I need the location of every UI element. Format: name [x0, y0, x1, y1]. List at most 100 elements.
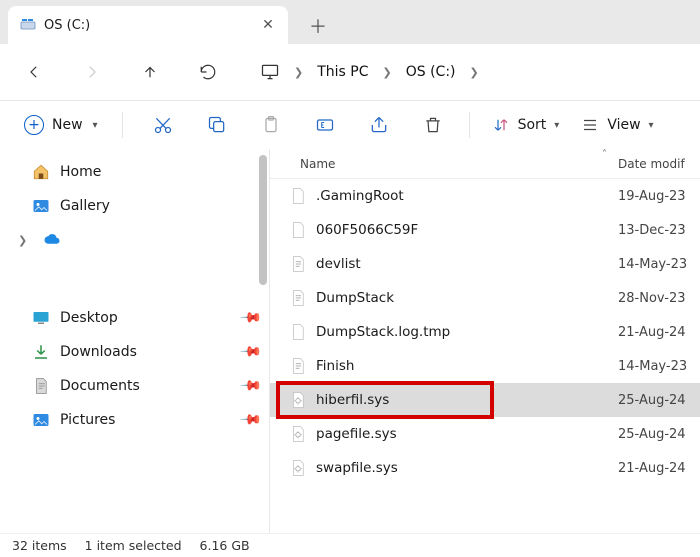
- main-area: Home Gallery ❯ Desktop 📌 Downloa: [0, 149, 700, 533]
- chevron-down-icon: ▾: [554, 120, 559, 131]
- file-area: Name ˄ Date modif .GamingRoot19-Aug-2306…: [270, 149, 700, 533]
- chevron-right-icon[interactable]: ❯: [470, 66, 479, 79]
- file-date: 14-May-23: [618, 359, 700, 374]
- share-button[interactable]: [359, 105, 399, 145]
- download-icon: [32, 343, 50, 361]
- chevron-right-icon[interactable]: ❯: [383, 66, 392, 79]
- file-row[interactable]: hiberfil.sys25-Aug-24: [270, 383, 700, 417]
- sidebar-item-onedrive[interactable]: ❯: [16, 223, 259, 257]
- file-icon: [288, 459, 308, 477]
- file-icon: [288, 323, 308, 341]
- sort-button[interactable]: Sort ▾: [486, 112, 566, 138]
- delete-button[interactable]: [413, 105, 453, 145]
- paste-button[interactable]: [251, 105, 291, 145]
- column-name[interactable]: Name: [300, 157, 335, 171]
- column-header: Name ˄ Date modif: [270, 149, 700, 179]
- file-icon: [288, 289, 308, 307]
- sidebar-label-gallery: Gallery: [60, 198, 110, 214]
- file-name: Finish: [316, 358, 618, 374]
- close-icon[interactable]: ✕: [260, 17, 276, 33]
- tab-active[interactable]: OS (C:) ✕: [8, 6, 288, 44]
- sidebar-item-gallery[interactable]: Gallery: [16, 189, 259, 223]
- file-name: devlist: [316, 256, 618, 272]
- file-name: swapfile.sys: [316, 460, 618, 476]
- sidebar-scrollbar[interactable]: [259, 155, 267, 285]
- chevron-right-icon[interactable]: ❯: [294, 66, 303, 79]
- forward-button[interactable]: [78, 58, 106, 86]
- documents-icon: [32, 377, 50, 395]
- cloud-icon: [43, 231, 61, 249]
- file-date: 25-Aug-24: [618, 393, 700, 408]
- monitor-icon[interactable]: [260, 62, 280, 82]
- sidebar-item-desktop[interactable]: Desktop 📌: [16, 301, 259, 335]
- tab-title: OS (C:): [44, 18, 252, 33]
- back-button[interactable]: [20, 58, 48, 86]
- breadcrumb-thispc[interactable]: This PC: [317, 64, 368, 80]
- rename-button[interactable]: [305, 105, 345, 145]
- sidebar-item-pictures[interactable]: Pictures 📌: [16, 403, 259, 437]
- file-name: DumpStack: [316, 290, 618, 306]
- status-selection: 1 item selected: [85, 538, 182, 553]
- file-name: DumpStack.log.tmp: [316, 324, 618, 340]
- file-date: 21-Aug-24: [618, 461, 700, 476]
- sidebar-label-documents: Documents: [60, 378, 140, 394]
- sidebar: Home Gallery ❯ Desktop 📌 Downloa: [0, 149, 270, 533]
- copy-button[interactable]: [197, 105, 237, 145]
- refresh-button[interactable]: [194, 58, 222, 86]
- pictures-icon: [32, 411, 50, 429]
- file-name: hiberfil.sys: [316, 392, 618, 408]
- chevron-down-icon: ▾: [93, 120, 98, 131]
- desktop-icon: [32, 309, 50, 327]
- chevron-down-icon: ▾: [649, 120, 654, 131]
- file-row[interactable]: .GamingRoot19-Aug-23: [270, 179, 700, 213]
- file-date: 28-Nov-23: [618, 291, 700, 306]
- sidebar-label-home: Home: [60, 164, 101, 180]
- breadcrumb-drive[interactable]: OS (C:): [406, 64, 456, 80]
- breadcrumb: ❯ This PC ❯ OS (C:) ❯: [260, 62, 479, 82]
- new-tab-button[interactable]: ＋: [300, 8, 336, 44]
- file-row[interactable]: DumpStack28-Nov-23: [270, 281, 700, 315]
- file-name: .GamingRoot: [316, 188, 618, 204]
- column-date[interactable]: Date modif: [618, 157, 700, 171]
- pin-icon[interactable]: 📌: [238, 306, 262, 330]
- pin-icon[interactable]: 📌: [238, 408, 262, 432]
- chevron-right-icon[interactable]: ❯: [18, 234, 27, 247]
- file-icon: [288, 357, 308, 375]
- toolbar: + New ▾ Sort ▾ View ▾: [0, 101, 700, 149]
- sidebar-label-downloads: Downloads: [60, 344, 137, 360]
- sidebar-item-documents[interactable]: Documents 📌: [16, 369, 259, 403]
- file-icon: [288, 221, 308, 239]
- file-list: .GamingRoot19-Aug-23060F5066C59F13-Dec-2…: [270, 179, 700, 533]
- pin-icon[interactable]: 📌: [238, 340, 262, 364]
- file-row[interactable]: devlist14-May-23: [270, 247, 700, 281]
- sidebar-label-pictures: Pictures: [60, 412, 115, 428]
- status-count: 32 items: [12, 538, 67, 553]
- file-icon: [288, 425, 308, 443]
- separator: [469, 112, 470, 138]
- file-date: 19-Aug-23: [618, 189, 700, 204]
- new-button[interactable]: + New ▾: [16, 111, 106, 139]
- file-row[interactable]: pagefile.sys25-Aug-24: [270, 417, 700, 451]
- view-button[interactable]: View ▾: [575, 112, 659, 138]
- up-button[interactable]: [136, 58, 164, 86]
- file-row[interactable]: 060F5066C59F13-Dec-23: [270, 213, 700, 247]
- file-name: pagefile.sys: [316, 426, 618, 442]
- file-row[interactable]: DumpStack.log.tmp21-Aug-24: [270, 315, 700, 349]
- file-icon: [288, 255, 308, 273]
- file-row[interactable]: swapfile.sys21-Aug-24: [270, 451, 700, 485]
- sidebar-label-desktop: Desktop: [60, 310, 118, 326]
- nav-bar: ❯ This PC ❯ OS (C:) ❯: [0, 44, 700, 100]
- view-label: View: [607, 117, 640, 133]
- file-date: 14-May-23: [618, 257, 700, 272]
- sidebar-item-home[interactable]: Home: [16, 155, 259, 189]
- pin-icon[interactable]: 📌: [238, 374, 262, 398]
- file-row[interactable]: Finish14-May-23: [270, 349, 700, 383]
- drive-icon: [20, 17, 36, 33]
- cut-button[interactable]: [143, 105, 183, 145]
- sidebar-item-downloads[interactable]: Downloads 📌: [16, 335, 259, 369]
- separator: [122, 112, 123, 138]
- sort-label: Sort: [518, 117, 547, 133]
- gallery-icon: [32, 197, 50, 215]
- file-date: 13-Dec-23: [618, 223, 700, 238]
- home-icon: [32, 163, 50, 181]
